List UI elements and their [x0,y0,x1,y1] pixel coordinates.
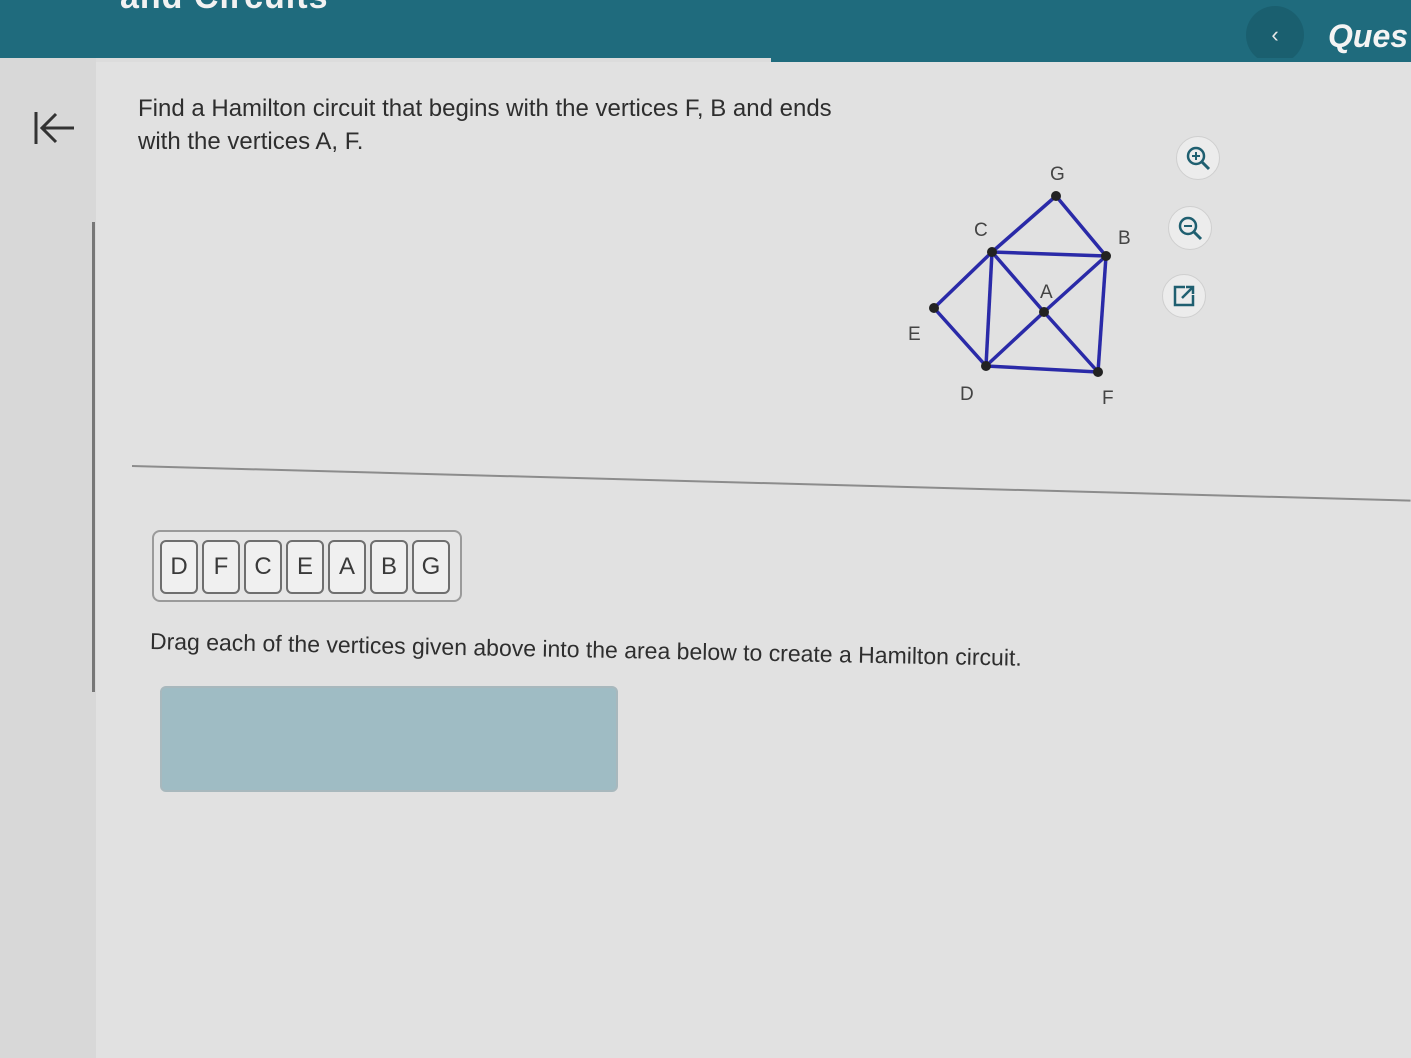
zoom-out-button[interactable] [1168,206,1212,250]
edge-c-d [984,251,994,367]
tile-f[interactable]: F [202,540,240,594]
vertex-b [1101,251,1111,261]
external-link-icon [1173,285,1195,307]
vertex-label-e: E [908,324,921,345]
rail-divider [92,222,95,692]
answer-drop-zone[interactable] [160,686,618,792]
tile-d[interactable]: D [160,540,198,594]
vertex-label-b: B [1118,228,1131,249]
vertex-label-c: C [974,220,988,241]
edge-b-f [1096,255,1108,373]
tile-c[interactable]: C [244,540,282,594]
top-bar: and Circuits ‹ Ques [0,0,1411,64]
problem-statement: Find a Hamilton circuit that begins with… [138,95,832,155]
vertex-d [981,361,991,371]
zoom-out-icon [1178,216,1203,241]
edge-g-c [990,194,1058,254]
edge-c-e [932,250,994,310]
question-label: Ques [1328,18,1409,54]
graph-edges [932,194,1108,374]
vertex-g [1051,191,1061,201]
zoom-in-button[interactable] [1176,136,1220,180]
collapse-panel-icon[interactable] [30,104,78,152]
vertex-label-g: G [1050,164,1065,185]
edge-a-f [1042,310,1100,374]
edge-g-b [1054,194,1108,258]
vertex-f [1093,367,1103,377]
open-external-button[interactable] [1162,274,1206,318]
vertex-label-f: F [1102,388,1114,409]
left-rail [0,58,96,1058]
edge-a-d [984,310,1046,368]
edge-b-a [1042,254,1108,314]
assignment-title: and Circuits [120,0,328,17]
edge-c-b [991,250,1107,258]
vertex-tile-tray: D F C E A B G [152,530,462,602]
vertex-label-a: A [1040,282,1053,303]
tile-g[interactable]: G [412,540,450,594]
edge-d-f [985,364,1099,374]
tile-b[interactable]: B [370,540,408,594]
vertex-e [929,303,939,313]
vertex-c [987,247,997,257]
tile-e[interactable]: E [286,540,324,594]
tile-a[interactable]: A [328,540,366,594]
vertex-label-d: D [960,384,974,405]
zoom-in-icon [1186,146,1211,171]
edge-c-a [990,250,1046,314]
previous-question-button[interactable]: ‹ [1246,6,1304,64]
graph-figure: G C B A E D F [908,164,1131,409]
edge-e-d [932,306,988,368]
vertex-a [1039,307,1049,317]
